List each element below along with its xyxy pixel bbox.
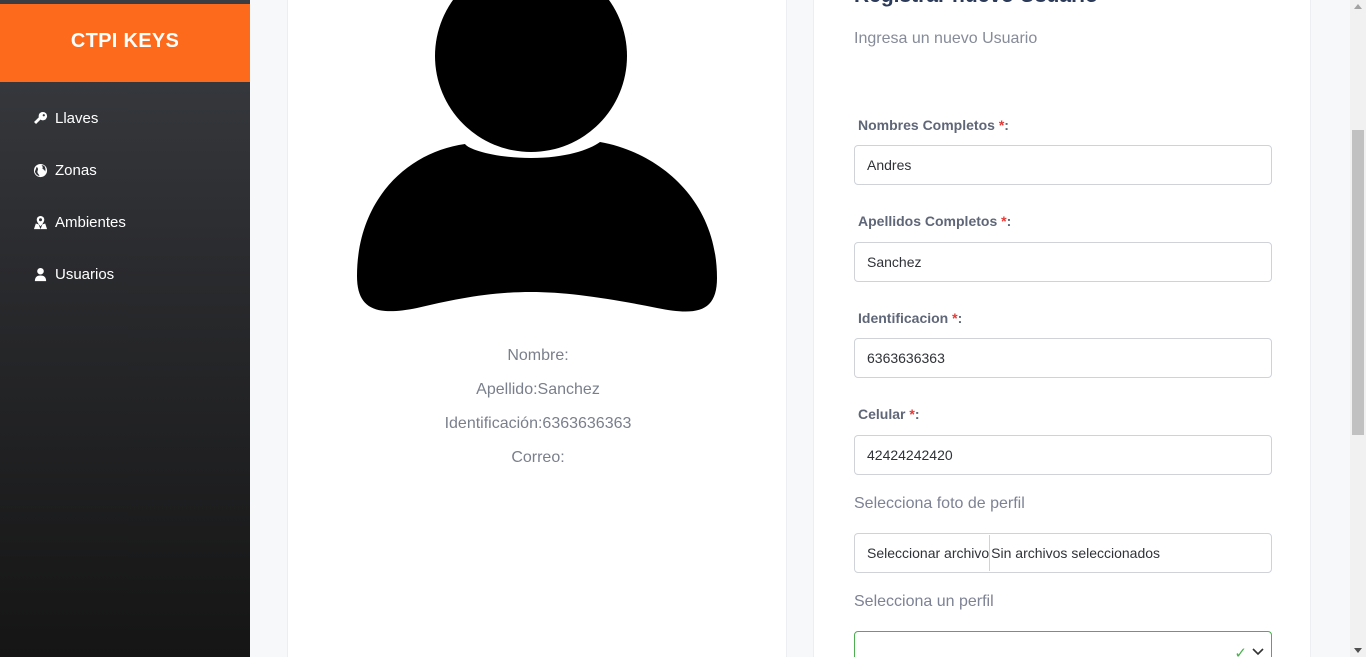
- identificacion-label: Identificacion *:: [858, 310, 963, 326]
- globe-icon: [32, 162, 48, 178]
- map-location-icon: [32, 214, 48, 230]
- user-icon: [32, 266, 48, 282]
- sidebar-item-zonas[interactable]: Zonas: [0, 144, 250, 196]
- sidebar-nav: Llaves Zonas Ambientes Usuarios: [0, 92, 250, 300]
- form-title: Registrar nuevo Usuario: [854, 0, 1098, 8]
- sidebar-item-label: Ambientes: [55, 213, 126, 231]
- scrollbar-thumb[interactable]: [1352, 130, 1364, 435]
- foto-perfil-label: Selecciona foto de perfil: [854, 495, 1025, 512]
- apellidos-label: Apellidos Completos *:: [858, 213, 1012, 229]
- chevron-down-icon: [1252, 648, 1264, 656]
- apellidos-input[interactable]: Sanchez: [854, 242, 1272, 282]
- perfil-label: Selecciona un perfil: [854, 593, 994, 610]
- celular-label: Celular *:: [858, 406, 920, 422]
- celular-input[interactable]: 42424242420: [854, 435, 1272, 475]
- brand-header: CTPI KEYS: [0, 2, 250, 82]
- register-user-form-card: Registrar nuevo Usuario Ingresa un nuevo…: [813, 0, 1311, 657]
- identificacion-input[interactable]: 6363636363: [854, 338, 1272, 378]
- key-icon: [32, 110, 48, 126]
- valid-check-icon: ✓: [1234, 645, 1247, 657]
- profile-apellido: Apellido:Sanchez: [476, 381, 600, 398]
- sidebar-item-ambientes[interactable]: Ambientes: [0, 196, 250, 248]
- nombres-input[interactable]: Andres: [854, 145, 1272, 185]
- nombres-label: Nombres Completos *:: [858, 117, 1009, 133]
- perfil-select[interactable]: ✓: [854, 631, 1272, 657]
- sidebar: CTPI KEYS Llaves Zonas Ambientes Usuario…: [0, 0, 250, 657]
- sidebar-item-label: Usuarios: [55, 265, 115, 283]
- brand-title: CTPI KEYS: [70, 29, 180, 52]
- select-file-button[interactable]: Seleccionar archivo: [855, 535, 991, 571]
- scroll-up-arrow-icon[interactable]: [1354, 4, 1362, 9]
- sidebar-item-label: Zonas: [55, 161, 97, 179]
- form-subtitle: Ingresa un nuevo Usuario: [854, 30, 1038, 47]
- scroll-down-arrow-icon[interactable]: [1354, 648, 1362, 653]
- sidebar-item-llaves[interactable]: Llaves: [0, 92, 250, 144]
- profile-nombre: Nombre:: [507, 347, 569, 364]
- file-status: Sin archivos seleccionados: [991, 545, 1161, 561]
- profile-identificacion: Identificación:6363636363: [444, 415, 632, 432]
- sidebar-item-label: Llaves: [55, 109, 99, 127]
- foto-perfil-file-input[interactable]: Seleccionar archivo Sin archivos selecci…: [854, 533, 1272, 573]
- profile-correo: Correo:: [511, 449, 565, 466]
- sidebar-item-usuarios[interactable]: Usuarios: [0, 248, 250, 300]
- main-content: Nombre: Apellido:Sanchez Identificación:…: [250, 0, 1350, 657]
- page-scrollbar[interactable]: [1350, 0, 1366, 657]
- avatar-placeholder-icon: [357, 0, 717, 312]
- profile-preview-card: Nombre: Apellido:Sanchez Identificación:…: [287, 0, 787, 657]
